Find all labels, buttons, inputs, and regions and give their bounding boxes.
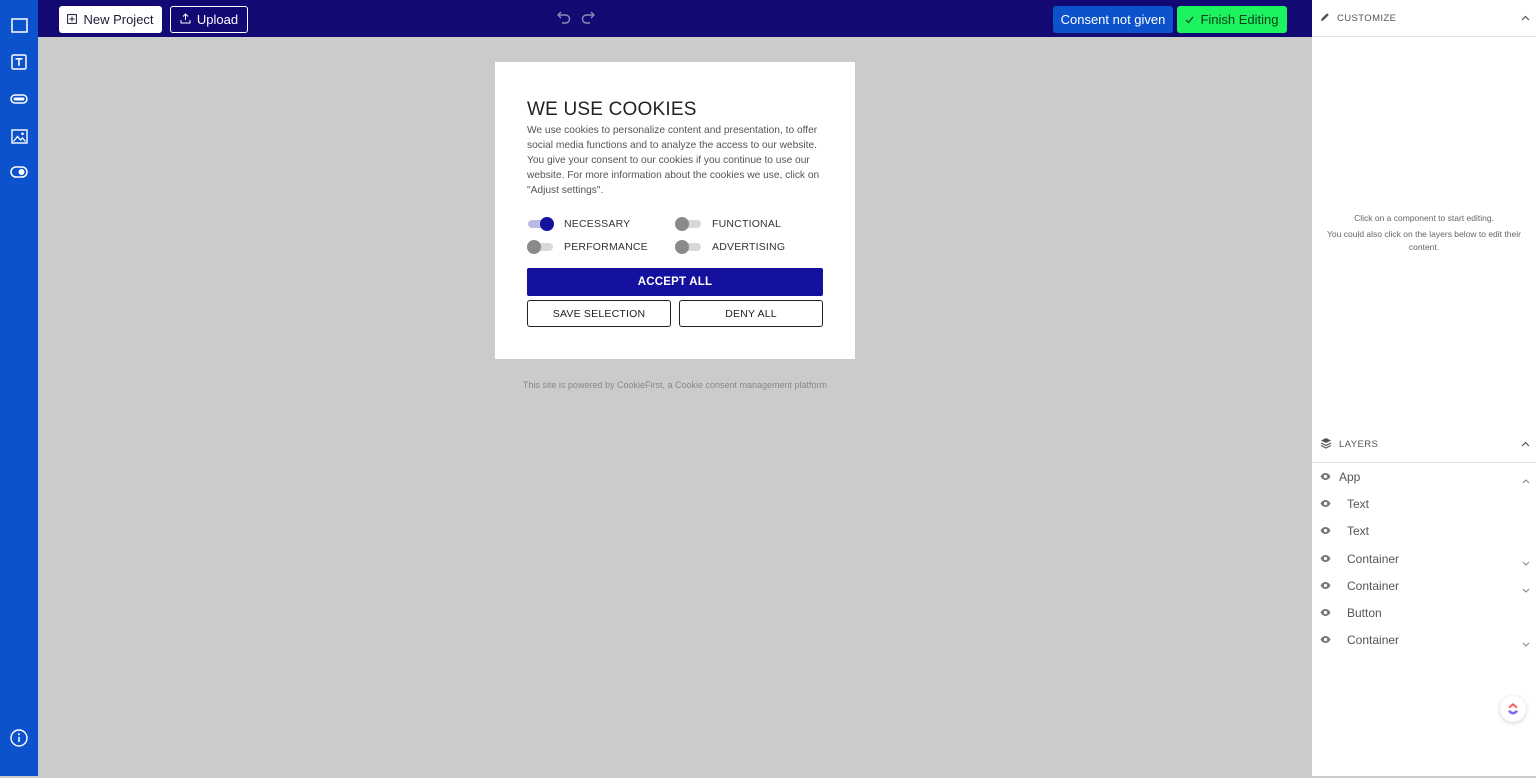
toggle-label: NECESSARY — [564, 218, 631, 230]
toggle-functional[interactable]: FUNCTIONAL — [675, 217, 781, 231]
customize-hint-layers: You could also click on the layers below… — [1327, 229, 1521, 252]
toggle-label: FUNCTIONAL — [712, 218, 782, 230]
top-toolbar: New Project Upload Consent not given Fin… — [38, 0, 1312, 37]
eye-icon[interactable] — [1320, 471, 1331, 485]
layer-label: Text — [1347, 524, 1370, 539]
layer-item[interactable]: Container — [1312, 628, 1536, 652]
text-icon[interactable] — [9, 52, 29, 72]
chevron-up-icon[interactable] — [1522, 473, 1530, 487]
toggle-advertising[interactable]: ADVERTISING — [675, 240, 785, 254]
upload-icon — [180, 12, 191, 27]
banner-description[interactable]: We use cookies to personalize content an… — [527, 123, 827, 198]
layer-label: Text — [1347, 497, 1370, 512]
deny-all-button[interactable]: DENY ALL — [679, 300, 823, 327]
layer-item[interactable]: Container — [1312, 547, 1536, 571]
chevron-down-icon[interactable] — [1522, 555, 1530, 569]
toggle-necessary[interactable]: NECESSARY — [527, 217, 630, 231]
eye-icon[interactable] — [1320, 634, 1331, 648]
layer-item[interactable]: Text — [1312, 492, 1536, 516]
finish-editing-label: Finish Editing — [1200, 12, 1279, 27]
plus-square-icon — [67, 12, 78, 27]
toggle-switch[interactable] — [527, 217, 554, 231]
customize-heading: CUSTOMIZE — [1337, 12, 1397, 24]
undo-icon[interactable] — [556, 10, 572, 29]
layers-icon — [1320, 437, 1332, 452]
clickup-logo-icon[interactable] — [1500, 696, 1526, 722]
accept-all-button[interactable]: ACCEPT ALL — [527, 268, 823, 296]
layer-label: Container — [1347, 633, 1400, 648]
layers-heading: LAYERS — [1339, 438, 1379, 450]
finish-editing-button[interactable]: Finish Editing — [1177, 6, 1287, 33]
component-rail — [0, 0, 38, 776]
image-icon[interactable] — [9, 126, 29, 146]
info-icon[interactable] — [9, 728, 29, 748]
container-icon[interactable] — [9, 15, 29, 35]
toggle-switch[interactable] — [675, 217, 702, 231]
check-icon — [1185, 12, 1194, 27]
toggle-label: PERFORMANCE — [564, 241, 648, 253]
chevron-up-icon[interactable] — [1521, 439, 1530, 450]
customize-hint: Click on a component to start editing. — [1354, 213, 1494, 223]
history-controls — [556, 10, 596, 29]
eye-icon[interactable] — [1320, 498, 1331, 512]
upload-button[interactable]: Upload — [170, 6, 248, 33]
eye-icon[interactable] — [1320, 580, 1331, 594]
layer-item[interactable]: Container — [1312, 574, 1536, 598]
layer-label: Container — [1347, 578, 1400, 593]
toggle-label: ADVERTISING — [712, 241, 786, 253]
chevron-down-icon[interactable] — [1522, 582, 1530, 596]
cookie-banner[interactable]: WE USE COOKIES We use cookies to persona… — [495, 62, 855, 359]
eye-icon[interactable] — [1320, 525, 1331, 539]
layers-header[interactable]: LAYERS — [1312, 426, 1536, 463]
editor-side-panel: CUSTOMIZE Click on a component to start … — [1312, 0, 1536, 776]
pencil-icon — [1320, 12, 1330, 25]
toggle-switch[interactable] — [675, 240, 702, 254]
banner-title[interactable]: WE USE COOKIES — [527, 99, 697, 121]
layer-label: Container — [1347, 551, 1400, 566]
upload-label: Upload — [196, 12, 239, 27]
layer-label: Button — [1347, 606, 1382, 620]
button-icon[interactable] — [9, 89, 29, 109]
new-project-button[interactable]: New Project — [59, 6, 162, 33]
toggle-switch[interactable] — [527, 240, 554, 254]
layer-item[interactable]: Button — [1312, 601, 1536, 625]
toggle-performance[interactable]: PERFORMANCE — [527, 240, 648, 254]
chevron-down-icon[interactable] — [1522, 636, 1530, 650]
consent-status-button[interactable]: Consent not given — [1053, 6, 1173, 33]
layer-item[interactable]: Text — [1312, 519, 1536, 543]
new-project-label: New Project — [83, 12, 154, 27]
toggle-icon[interactable] — [9, 162, 29, 182]
layer-item[interactable]: App — [1312, 465, 1536, 489]
eye-icon[interactable] — [1320, 553, 1331, 567]
eye-icon[interactable] — [1320, 607, 1331, 621]
chevron-up-icon[interactable] — [1521, 13, 1530, 24]
powered-by-text: This site is powered by CookieFirst, a C… — [522, 380, 828, 390]
layer-label: App — [1339, 470, 1361, 484]
redo-icon[interactable] — [580, 10, 596, 29]
save-selection-button[interactable]: SAVE SELECTION — [527, 300, 671, 327]
customize-header[interactable]: CUSTOMIZE — [1312, 0, 1536, 37]
